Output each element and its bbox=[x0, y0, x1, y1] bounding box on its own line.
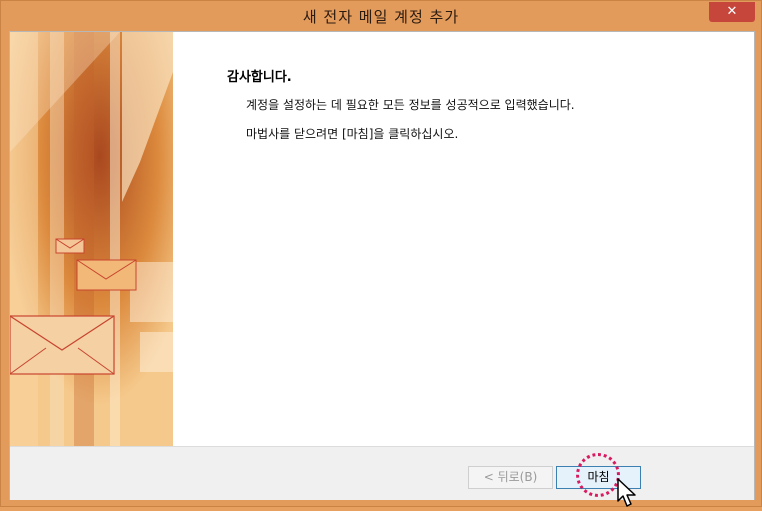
finish-instruction: 마법사를 닫으려면 [마침]을 클릭하십시오. bbox=[246, 127, 459, 141]
click-highlight-ring bbox=[576, 453, 620, 497]
title-bar[interactable]: 새 전자 메일 계정 추가 ✕ bbox=[1, 1, 761, 31]
button-bar: < 뒤로(B) 마침 bbox=[10, 446, 754, 507]
mouse-pointer-icon bbox=[617, 478, 636, 507]
envelope-art-icon bbox=[10, 32, 173, 446]
side-illustration bbox=[10, 32, 173, 446]
success-message: 계정을 설정하는 데 필요한 모든 정보를 성공적으로 입력했습니다. bbox=[246, 98, 575, 112]
completion-heading: 감사합니다. bbox=[227, 70, 292, 85]
close-button[interactable]: ✕ bbox=[709, 2, 755, 22]
content-panel: 감사합니다. 계정을 설정하는 데 필요한 모든 정보를 성공적으로 입력했습니… bbox=[173, 32, 754, 446]
wizard-window: 새 전자 메일 계정 추가 ✕ 감사합니다. 계정을 설정하는 데 필요한 모든… bbox=[0, 0, 762, 507]
close-icon: ✕ bbox=[726, 4, 738, 19]
back-button[interactable]: < 뒤로(B) bbox=[468, 466, 553, 489]
wizard-body: 감사합니다. 계정을 설정하는 데 필요한 모든 정보를 성공적으로 입력했습니… bbox=[9, 31, 755, 507]
window-title: 새 전자 메일 계정 추가 bbox=[302, 8, 460, 26]
